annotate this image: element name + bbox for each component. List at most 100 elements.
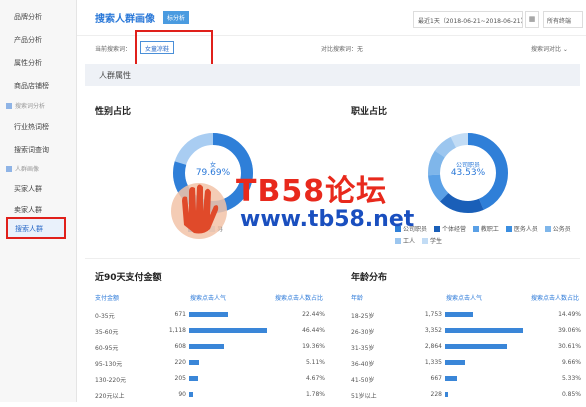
table-row: 51岁以上 228 0.85% (351, 391, 581, 407)
column-header: 搜索点击人数占比 (275, 295, 324, 302)
table-row: 31-35岁 2,864 30.61% (351, 343, 581, 359)
row-label: 130-220元 (95, 377, 127, 384)
row-percent: 5.33% (561, 375, 581, 382)
payment-table: 支付金额 搜索点击人气 搜索点击人数占比 0-35元 671 22.44% 35-60… (95, 293, 325, 403)
calendar-icon[interactable]: ▦ (525, 11, 539, 28)
row-percent: 30.61% (558, 343, 581, 350)
row-value: 671 (174, 311, 186, 318)
table-row: 0-35元 671 22.44% (95, 311, 325, 327)
sidebar-item-seller-crowd[interactable]: 卖家人群 (0, 205, 77, 215)
column-header: 搜索点击人气 (446, 295, 483, 302)
table-row: 18-25岁 1,753 14.49% (351, 311, 581, 327)
legend-label: 个体经营 (441, 226, 466, 233)
row-percent: 14.49% (558, 311, 581, 318)
sidebar-item-buyer-crowd[interactable]: 买家人群 (0, 184, 77, 194)
device-select[interactable]: 所有终端 (543, 11, 583, 28)
legend-swatch (421, 237, 428, 244)
row-percent: 4.67% (305, 375, 325, 382)
sidebar-item-attribute-analysis[interactable]: 属性分析 (0, 58, 77, 68)
row-label: 95-130元 (95, 361, 123, 368)
sidebar-section-search-term: 搜索词分析 (0, 101, 77, 110)
sidebar-item-hot-words[interactable]: 行业热词榜 (0, 122, 77, 132)
sidebar-item-brand-analysis[interactable]: 品牌分析 (0, 12, 77, 22)
row-bar (189, 328, 267, 333)
table-row: 130-220元 205 4.67% (95, 375, 325, 391)
table-row: 35-60元 1,118 46.44% (95, 327, 325, 343)
payment-title: 近90天支付金额 (95, 273, 162, 283)
section-label: 人群画像 (15, 166, 40, 173)
occupation-center-value: 43.53% (450, 168, 486, 178)
row-percent: 39.06% (558, 327, 581, 334)
legend-swatch (433, 225, 440, 232)
row-percent: 46.44% (302, 327, 325, 334)
compare-button[interactable]: 搜索词对比 ⌄ (531, 44, 568, 53)
sidebar-item-search-query[interactable]: 搜索词查询 (0, 145, 77, 155)
section-label: 搜索词分析 (15, 103, 46, 110)
legend-item: 学生 (421, 236, 442, 245)
row-value: 228 (430, 391, 442, 398)
occupation-legend: 公司职员 个体经营 教职工 医务人员 公务员 工人 学生 (395, 224, 580, 248)
row-bar (189, 392, 193, 397)
age-table: 年龄 搜索点击人气 搜索点击人数占比 18-25岁 1,753 14.49% 26-3… (351, 293, 581, 403)
row-value: 1,335 (424, 359, 442, 366)
legend-label: 医务人员 (513, 226, 538, 233)
sidebar: 品牌分析 产品分析 属性分析 商品店铺榜 搜索词分析 行业热词榜 搜索词查询 人… (0, 0, 77, 402)
row-value: 220 (174, 359, 186, 366)
row-bar (189, 344, 225, 349)
row-percent: 22.44% (302, 311, 325, 318)
date-range-selector[interactable]: 最近1天（2018-06-21~2018-06-21） (413, 11, 523, 28)
legend-item: 公务员 (544, 224, 571, 233)
row-bar (445, 312, 474, 317)
row-bar (445, 360, 466, 365)
row-label: 41-50岁 (351, 377, 375, 384)
row-label: 18-25岁 (351, 313, 375, 320)
row-label: 60-95元 (95, 345, 119, 352)
sidebar-item-search-crowd[interactable]: 搜索人群 (6, 217, 66, 239)
legend-label: 公务员 (552, 226, 571, 233)
watermark-url: www.tb58.net (240, 207, 415, 232)
row-label: 36-40岁 (351, 361, 375, 368)
row-label: 0-35元 (95, 313, 115, 320)
row-value: 3,352 (424, 327, 442, 334)
sidebar-section-crowd: 人群画像 (0, 164, 77, 173)
row-label: 35-60元 (95, 329, 119, 336)
table-row: 36-40岁 1,335 9.66% (351, 359, 581, 375)
legend-item: 个体经营 (433, 224, 466, 233)
watermark-title: TB58论坛 (236, 174, 388, 209)
highlight-box (135, 30, 213, 68)
row-bar (189, 312, 228, 317)
row-percent: 5.11% (305, 359, 325, 366)
column-header: 搜索点击人气 (190, 295, 227, 302)
row-bar (189, 360, 200, 365)
row-label: 220元以上 (95, 393, 125, 400)
row-percent: 9.66% (561, 359, 581, 366)
row-value: 205 (174, 375, 186, 382)
column-header: 年龄 (351, 295, 364, 302)
legend-label: 学生 (429, 238, 442, 245)
gender-title: 性别占比 (95, 107, 132, 117)
table-row: 26-30岁 3,352 39.06% (351, 327, 581, 343)
sidebar-item-shop-ranking[interactable]: 商品店铺榜 (0, 81, 77, 91)
section-band: 人群属性 (85, 64, 580, 86)
legend-item: 教职工 (472, 224, 499, 233)
legend-item: 工人 (395, 236, 415, 245)
sidebar-item-product-analysis[interactable]: 产品分析 (0, 35, 77, 45)
row-value: 1,118 (168, 327, 186, 334)
sidebar-item-label: 搜索人群 (15, 225, 43, 233)
compare-term-label: 对比搜索词：无 (321, 46, 364, 53)
section-icon (6, 166, 12, 172)
row-value: 1,753 (424, 311, 442, 318)
row-percent: 1.78% (305, 391, 325, 398)
legend-swatch (395, 237, 401, 244)
column-header: 搜索点击人数占比 (531, 295, 580, 302)
title-tag: 标分析 (163, 11, 190, 24)
row-label: 51岁以上 (351, 393, 377, 400)
legend-item: 医务人员 (505, 224, 538, 233)
compare-label: 搜索词对比 (531, 46, 562, 53)
row-percent: 19.36% (302, 343, 325, 350)
divider (85, 258, 580, 259)
row-bar (445, 376, 457, 381)
table-row: 41-50岁 667 5.33% (351, 375, 581, 391)
row-value: 608 (174, 343, 186, 350)
row-bar (445, 344, 508, 349)
